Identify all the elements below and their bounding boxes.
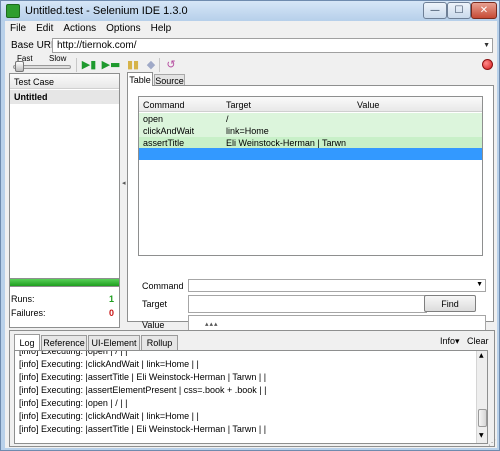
speed-slow-label: Slow bbox=[49, 54, 67, 63]
cell-target: / bbox=[226, 114, 229, 124]
column-header-value[interactable]: Value bbox=[357, 100, 379, 110]
base-url-input[interactable]: http://tiernok.com/ ▼ bbox=[52, 38, 493, 53]
splitter-grip-icon[interactable]: ▴▴▴ bbox=[205, 320, 219, 328]
target-input[interactable] bbox=[188, 295, 427, 313]
log-line: [info] Executing: |open | / | | bbox=[19, 398, 128, 408]
command-select[interactable]: ▼ bbox=[188, 279, 486, 292]
client-area: File Edit Actions Options Help Base URL … bbox=[5, 21, 497, 448]
title-bar[interactable]: Untitled.test - Selenium IDE 1.3.0 — ☐ ✕ bbox=[1, 1, 499, 21]
test-editor-panel: Command Target Value open / clickAndWait… bbox=[127, 85, 494, 333]
toolbar-separator bbox=[76, 58, 77, 72]
test-progress-bar bbox=[9, 278, 120, 287]
base-url-label: Base URL bbox=[11, 40, 57, 51]
column-header-target[interactable]: Target bbox=[226, 100, 251, 110]
speed-slider-thumb[interactable] bbox=[15, 61, 25, 72]
application-window: Untitled.test - Selenium IDE 1.3.0 — ☐ ✕… bbox=[0, 0, 500, 451]
target-label: Target bbox=[142, 299, 168, 309]
column-header-command[interactable]: Command bbox=[143, 100, 185, 110]
record-icon[interactable] bbox=[482, 59, 493, 70]
rollup-icon[interactable]: ↺ bbox=[163, 58, 179, 72]
cell-command: clickAndWait bbox=[143, 126, 195, 136]
log-line: [info] Executing: |assertTitle | Eli Wei… bbox=[19, 424, 267, 434]
command-table-header: Command Target Value bbox=[139, 97, 482, 112]
tab-ui-element[interactable]: UI-Element bbox=[88, 335, 140, 350]
log-panel: Log Reference UI-Element Rollup Info▾ Cl… bbox=[9, 330, 495, 447]
vertical-splitter[interactable]: ◂ bbox=[122, 73, 126, 321]
step-icon[interactable]: ◆ bbox=[143, 58, 159, 72]
log-output[interactable]: [info] Executing: |open | / | | [info] E… bbox=[14, 350, 488, 444]
menu-actions[interactable]: Actions bbox=[58, 21, 101, 37]
menu-bar: File Edit Actions Options Help bbox=[5, 21, 497, 37]
maximize-button[interactable]: ☐ bbox=[447, 2, 471, 19]
toolbar-separator bbox=[159, 58, 160, 72]
play-suite-icon[interactable]: ▶▮ bbox=[81, 58, 97, 72]
cell-command: open bbox=[143, 114, 164, 124]
tab-rollup[interactable]: Rollup bbox=[141, 335, 178, 350]
table-row[interactable]: open / bbox=[139, 113, 482, 125]
test-case-header: Test Case bbox=[10, 74, 119, 89]
cell-target: link=Home bbox=[226, 126, 269, 136]
splitter-grip-icon[interactable]: ◂ bbox=[122, 179, 126, 187]
log-line: [info] Executing: |assertTitle | Eli Wei… bbox=[19, 372, 267, 382]
tab-reference[interactable]: Reference bbox=[41, 335, 87, 350]
runs-label: Runs: bbox=[11, 294, 35, 304]
close-button[interactable]: ✕ bbox=[471, 2, 497, 19]
minimize-button[interactable]: — bbox=[423, 2, 447, 19]
log-clear-button[interactable]: Clear bbox=[467, 336, 489, 346]
menu-help[interactable]: Help bbox=[146, 21, 177, 37]
menu-options[interactable]: Options bbox=[101, 21, 145, 37]
selenium-app-icon bbox=[6, 4, 20, 18]
menu-edit[interactable]: Edit bbox=[31, 21, 58, 37]
pause-icon[interactable]: ▮▮ bbox=[125, 58, 141, 72]
selected-empty-row[interactable] bbox=[139, 148, 482, 160]
resize-grip-icon[interactable]: ⋰ bbox=[488, 438, 496, 447]
log-info-button[interactable]: Info▾ bbox=[440, 336, 460, 347]
scroll-up-icon[interactable]: ▲ bbox=[479, 352, 484, 359]
command-label: Command bbox=[142, 281, 184, 291]
failures-count: 0 bbox=[109, 308, 115, 318]
play-test-icon[interactable]: ▶▬ bbox=[102, 58, 121, 72]
toolbar: Fast Slow ▶▮ ▶▬ ▮▮ ◆ ↺ bbox=[5, 54, 497, 75]
value-label: Value bbox=[142, 320, 165, 330]
tab-table[interactable]: Table bbox=[127, 72, 153, 86]
log-line: [info] Executing: |assertElementPresent … bbox=[19, 385, 267, 395]
table-row[interactable]: clickAndWait link=Home bbox=[139, 125, 482, 137]
test-progress-fill bbox=[10, 279, 119, 286]
base-url-value: http://tiernok.com/ bbox=[57, 40, 137, 51]
find-button[interactable]: Find bbox=[424, 295, 476, 312]
log-line: [info] Executing: |clickAndWait | link=H… bbox=[19, 411, 199, 421]
window-title: Untitled.test - Selenium IDE 1.3.0 bbox=[25, 5, 188, 17]
tab-log[interactable]: Log bbox=[14, 334, 40, 350]
chevron-down-icon[interactable]: ▼ bbox=[483, 40, 490, 52]
runs-count: 1 bbox=[109, 294, 115, 304]
menu-file[interactable]: File bbox=[5, 21, 31, 37]
test-case-item[interactable]: Untitled bbox=[10, 90, 119, 104]
log-line: [info] Executing: |open | / | | bbox=[19, 350, 128, 356]
chevron-down-icon[interactable]: ▼ bbox=[476, 281, 483, 288]
log-scrollbar[interactable]: ▲ ▼ bbox=[476, 351, 487, 443]
scroll-thumb[interactable] bbox=[478, 409, 487, 427]
log-line: [info] Executing: |clickAndWait | link=H… bbox=[19, 359, 199, 369]
scroll-down-icon[interactable]: ▼ bbox=[479, 432, 484, 439]
failures-label: Failures: bbox=[11, 308, 46, 318]
command-table: Command Target Value open / clickAndWait… bbox=[138, 96, 483, 256]
test-case-list: Test Case Untitled bbox=[9, 73, 120, 328]
